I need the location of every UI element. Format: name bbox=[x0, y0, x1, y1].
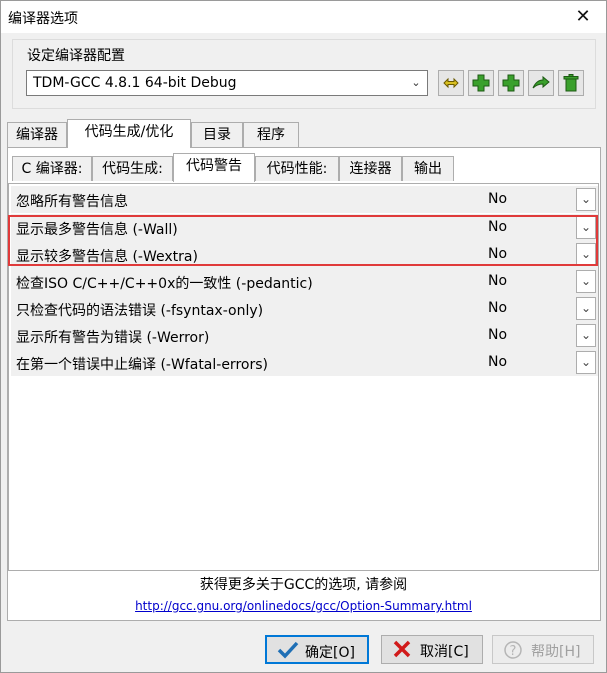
help-icon: ? bbox=[504, 641, 522, 659]
help-button[interactable]: ? 帮助[H] bbox=[492, 635, 594, 664]
export-icon bbox=[532, 75, 550, 89]
option-value[interactable]: No bbox=[488, 300, 507, 316]
tab-c-compiler[interactable]: C 编译器: bbox=[12, 156, 92, 181]
add-icon bbox=[472, 74, 490, 92]
option-label: 在第一个错误中止编译 (-Wfatal-errors) bbox=[16, 357, 268, 373]
more-info-text: 获得更多关于GCC的选项, 请参阅 bbox=[199, 577, 408, 593]
option-value[interactable]: No bbox=[488, 246, 507, 262]
tab-directories[interactable]: 目录 bbox=[191, 122, 243, 147]
compiler-config-select[interactable]: TDM-GCC 4.8.1 64-bit Debug ⌄ bbox=[26, 70, 428, 96]
tab-compiler[interactable]: 编译器 bbox=[7, 122, 67, 147]
tab-linker[interactable]: 连接器 bbox=[339, 156, 402, 181]
tab-code-generation[interactable]: 代码生成: bbox=[92, 156, 173, 181]
option-label: 显示所有警告为错误 (-Werror) bbox=[16, 330, 210, 346]
option-label: 显示最多警告信息 (-Wall) bbox=[16, 222, 178, 238]
tab-code-warnings[interactable]: 代码警告 bbox=[173, 153, 255, 182]
tab-programs[interactable]: 程序 bbox=[243, 122, 299, 147]
chevron-down-icon[interactable]: ⌄ bbox=[576, 351, 596, 374]
chevron-down-icon[interactable]: ⌄ bbox=[576, 188, 596, 211]
option-value[interactable]: No bbox=[488, 354, 507, 370]
option-row[interactable]: 忽略所有警告信息 No ⌄ bbox=[11, 186, 598, 213]
delete-config-button[interactable] bbox=[558, 70, 584, 96]
rename-icon bbox=[443, 77, 459, 89]
chevron-down-icon[interactable]: ⌄ bbox=[576, 324, 596, 347]
option-label: 只检查代码的语法错误 (-fsyntax-only) bbox=[16, 303, 264, 319]
chevron-down-icon[interactable]: ⌄ bbox=[576, 243, 596, 266]
option-row[interactable]: 显示最多警告信息 (-Wall) No ⌄ bbox=[11, 214, 598, 241]
delete-icon bbox=[563, 74, 579, 92]
option-label: 显示较多警告信息 (-Wextra) bbox=[16, 249, 198, 265]
close-icon[interactable]: ✕ bbox=[560, 1, 606, 33]
tab-codegen-optimize[interactable]: 代码生成/优化 bbox=[67, 119, 191, 148]
export-config-button[interactable] bbox=[528, 70, 554, 96]
option-label: 检查ISO C/C++/C++0x的一致性 (-pedantic) bbox=[16, 276, 313, 292]
rename-config-button[interactable] bbox=[438, 70, 464, 96]
cancel-button-label: 取消[C] bbox=[420, 644, 469, 660]
compiler-config-value: TDM-GCC 4.8.1 64-bit Debug bbox=[33, 75, 237, 91]
svg-text:?: ? bbox=[510, 644, 517, 659]
option-row[interactable]: 显示较多警告信息 (-Wextra) No ⌄ bbox=[11, 241, 598, 268]
add-config-button[interactable] bbox=[468, 70, 494, 96]
add-copy-icon bbox=[502, 74, 520, 92]
ok-button-label: 确定[O] bbox=[305, 645, 355, 661]
option-row[interactable]: 检查ISO C/C++/C++0x的一致性 (-pedantic) No ⌄ bbox=[11, 268, 598, 295]
chevron-down-icon[interactable]: ⌄ bbox=[576, 270, 596, 293]
chevron-down-icon[interactable]: ⌄ bbox=[576, 297, 596, 320]
chevron-down-icon[interactable]: ⌄ bbox=[405, 71, 427, 95]
checkmark-icon bbox=[277, 641, 299, 659]
tab-output[interactable]: 输出 bbox=[402, 156, 454, 181]
window-title: 编译器选项 bbox=[8, 11, 78, 27]
tab-code-profiling[interactable]: 代码性能: bbox=[255, 156, 339, 181]
cancel-button[interactable]: 取消[C] bbox=[381, 635, 483, 664]
option-value[interactable]: No bbox=[488, 191, 507, 207]
config-group-label: 设定编译器配置 bbox=[27, 48, 125, 64]
gcc-docs-link[interactable]: http://gcc.gnu.org/onlinedocs/gcc/Option… bbox=[1, 599, 606, 613]
option-value[interactable]: No bbox=[488, 219, 507, 235]
option-value[interactable]: No bbox=[488, 273, 507, 289]
copy-config-button[interactable] bbox=[498, 70, 524, 96]
ok-button[interactable]: 确定[O] bbox=[265, 635, 369, 664]
option-row[interactable]: 显示所有警告为错误 (-Werror) No ⌄ bbox=[11, 322, 598, 349]
chevron-down-icon[interactable]: ⌄ bbox=[576, 216, 596, 239]
title-bar: 编译器选项 ✕ bbox=[1, 1, 606, 33]
warning-options-grid: 忽略所有警告信息 No ⌄ 显示最多警告信息 (-Wall) No ⌄ 显示较多… bbox=[8, 183, 599, 571]
cross-icon bbox=[393, 640, 411, 658]
option-row[interactable]: 只检查代码的语法错误 (-fsyntax-only) No ⌄ bbox=[11, 295, 598, 322]
help-button-label: 帮助[H] bbox=[531, 644, 581, 660]
option-row[interactable]: 在第一个错误中止编译 (-Wfatal-errors) No ⌄ bbox=[11, 349, 598, 376]
option-label: 忽略所有警告信息 bbox=[16, 194, 128, 210]
compiler-options-dialog: 编译器选项 ✕ 设定编译器配置 TDM-GCC 4.8.1 64-bit Deb… bbox=[0, 0, 607, 673]
option-value[interactable]: No bbox=[488, 327, 507, 343]
